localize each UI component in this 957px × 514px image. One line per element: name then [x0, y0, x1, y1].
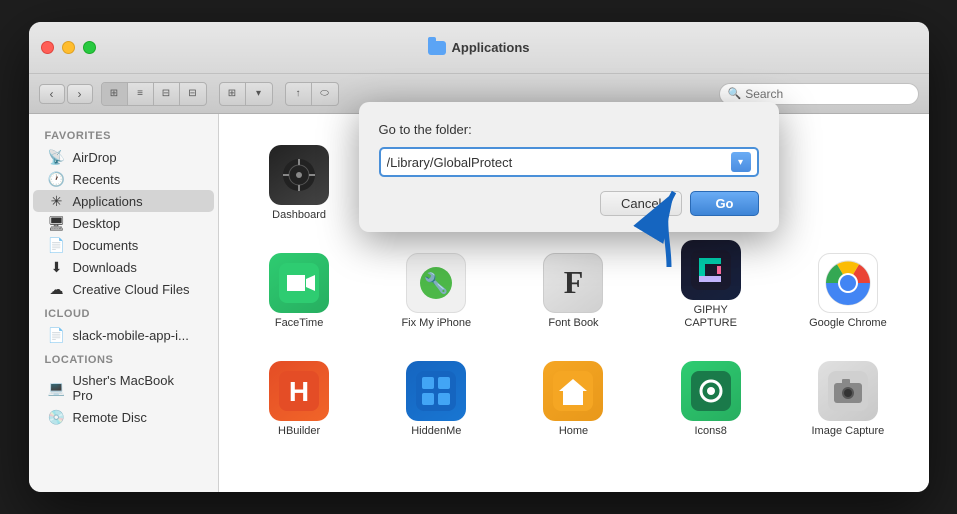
goto-folder-dialog: Go to the folder: ▾ Cancel Go [359, 102, 779, 232]
dialog-buttons: Cancel Go [379, 191, 759, 216]
dropdown-button[interactable]: ▾ [731, 152, 751, 172]
folder-path-input[interactable] [387, 155, 731, 170]
dialog-input-row[interactable]: ▾ [379, 147, 759, 177]
go-button[interactable]: Go [690, 191, 758, 216]
finder-window: Applications ‹ › ⊞ ≡ ⊟ ⊟ ⊞ ▾ ↑ ⬭ 🔍 [29, 22, 929, 492]
cancel-button[interactable]: Cancel [600, 191, 682, 216]
dialog-title: Go to the folder: [379, 122, 759, 137]
dialog-overlay: Go to the folder: ▾ Cancel Go [29, 22, 929, 492]
